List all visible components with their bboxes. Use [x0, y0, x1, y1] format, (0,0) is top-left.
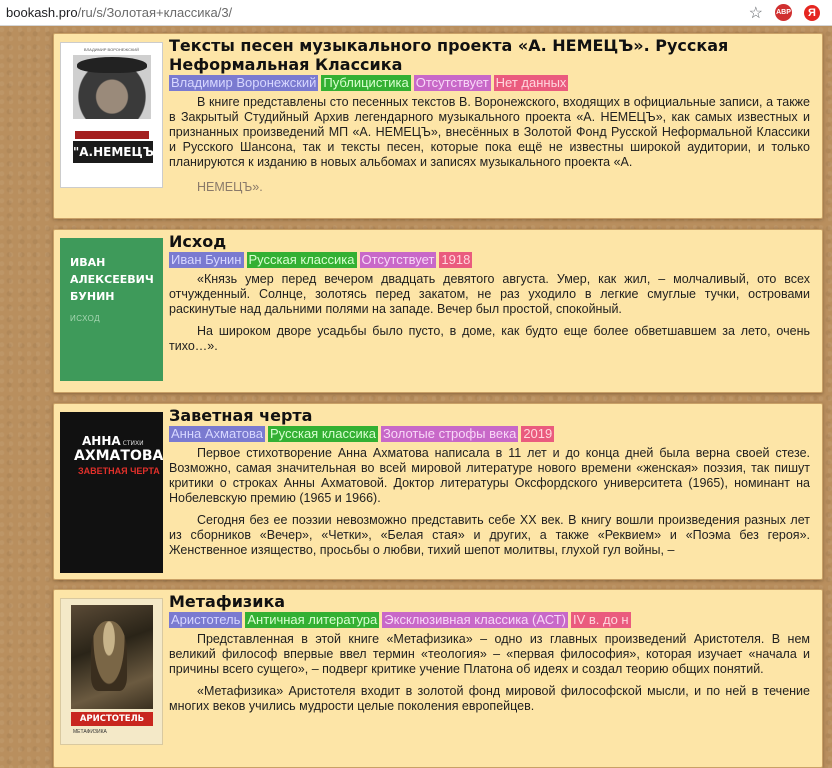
book-cover[interactable]: АННА СТИХИ АХМАТОВА ЗАВЕТНАЯ ЧЕРТА [60, 412, 163, 573]
cover-figure [91, 621, 127, 691]
book-description: Представленная в этой книге «Метафизика»… [169, 632, 810, 714]
book-card: ВЛАДИМИР ВОРОНЕЖСКИЙ "А.НЕМЕЦЪ" Тексты п… [53, 33, 823, 219]
cover-author-first: АННА СТИХИ [82, 434, 144, 448]
book-content: Исход Иван Бунин Русская классика Отсутс… [169, 232, 810, 361]
book-description: В книге представлены сто песенных тексто… [169, 95, 810, 195]
tag-list: Иван Бунин Русская классика Отсутствует … [169, 252, 810, 268]
tag-genre[interactable]: Античная литература [245, 612, 380, 628]
book-title[interactable]: Исход [169, 232, 810, 251]
star-icon[interactable]: ☆ [749, 3, 763, 23]
book-description: Первое стихотворение Анна Ахматова напис… [169, 446, 810, 579]
book-title[interactable]: Заветная черта [169, 406, 810, 425]
tag-series[interactable]: Отсутствует [359, 252, 437, 268]
tag-year[interactable]: Нет данных [493, 75, 569, 91]
tag-genre[interactable]: Русская классика [246, 252, 357, 268]
cover-small-text: СТИХИ [122, 440, 144, 447]
cover-logo: "А.НЕМЕЦЪ" [73, 141, 160, 163]
description-paragraph: Сегодня без ее поэзии невозможно предста… [169, 513, 810, 557]
cover-author: АРИСТОТЕЛЬ [71, 712, 153, 726]
book-cover[interactable]: ВЛАДИМИР ВОРОНЕЖСКИЙ "А.НЕМЕЦЪ" [60, 42, 163, 188]
description-paragraph: В книге представлены сто песенных тексто… [169, 95, 810, 169]
tag-author[interactable]: Иван Бунин [169, 252, 244, 268]
cover-title: ЗАВЕТНАЯ ЧЕРТА [78, 466, 160, 476]
cover-title: ИСХОД [70, 314, 101, 323]
book-content: Тексты песен музыкального проекта «А. НЕ… [169, 36, 810, 202]
yandex-icon[interactable]: Я [804, 4, 820, 21]
cover-author-line: ИВАН [70, 256, 106, 269]
tag-list: Аристотель Античная литература Эксклюзив… [169, 612, 810, 628]
cover-author-first-text: АННА [82, 434, 121, 448]
address-bar[interactable]: bookash.pro/ru/s/Золотая+классика/3/ ☆ A… [0, 0, 832, 26]
cover-title: МЕТАФИЗИКА [73, 729, 107, 735]
tag-list: Анна Ахматова Русская классика Золотые с… [169, 426, 810, 442]
description-paragraph: На широком дворе усадьбы было пусто, в д… [169, 324, 810, 353]
tag-series[interactable]: Отсутствует [413, 75, 491, 91]
book-card: АРИСТОТЕЛЬ МЕТАФИЗИКА Метафизика Аристот… [53, 589, 823, 768]
book-cover[interactable]: АРИСТОТЕЛЬ МЕТАФИЗИКА [60, 598, 163, 745]
adblock-icon[interactable]: ABP [775, 4, 792, 21]
cover-band [75, 131, 149, 139]
tag-genre[interactable]: Русская классика [267, 426, 378, 442]
cover-hat [77, 57, 147, 73]
cover-author-last: АХМАТОВА [74, 448, 163, 464]
tag-list: Владимир Воронежский Публицистика Отсутс… [169, 75, 810, 91]
tag-author[interactable]: Аристотель [169, 612, 243, 628]
url-field[interactable]: bookash.pro/ru/s/Золотая+классика/3/ [6, 5, 749, 20]
tag-author[interactable]: Анна Ахматова [169, 426, 265, 442]
tag-year[interactable]: IV в. до н [570, 612, 631, 628]
book-card: ИВАН АЛЕКСЕЕВИЧ БУНИН ИСХОД Исход Иван Б… [53, 229, 823, 393]
description-paragraph: Первое стихотворение Анна Ахматова напис… [169, 446, 810, 505]
book-content: Метафизика Аристотель Античная литератур… [169, 592, 810, 721]
book-description: «Князь умер перед вечером двадцать девят… [169, 272, 810, 354]
book-title[interactable]: Метафизика [169, 592, 810, 611]
url-path: /ru/s/Золотая+классика/3/ [77, 5, 233, 20]
book-card: АННА СТИХИ АХМАТОВА ЗАВЕТНАЯ ЧЕРТА Заветн… [53, 403, 823, 580]
url-host: bookash.pro [6, 5, 78, 20]
cover-author-line: АЛЕКСЕЕВИЧ [70, 273, 154, 286]
book-cover[interactable]: ИВАН АЛЕКСЕЕВИЧ БУНИН ИСХОД [60, 238, 163, 381]
description-paragraph: НЕМЕЦЪ». [197, 180, 263, 194]
description-paragraph: «Князь умер перед вечером двадцать девят… [169, 272, 810, 316]
tag-series[interactable]: Эксклюзивная классика (АСТ) [382, 612, 568, 628]
cover-author: ИВАН АЛЕКСЕЕВИЧ БУНИН [70, 254, 160, 305]
book-title[interactable]: Тексты песен музыкального проекта «А. НЕ… [169, 36, 810, 74]
tag-year[interactable]: 1918 [439, 252, 473, 268]
tag-year[interactable]: 2019 [521, 426, 555, 442]
description-paragraph: «Метафизика» Аристотеля входит в золотой… [169, 684, 810, 713]
tag-genre[interactable]: Публицистика [321, 75, 411, 91]
cover-publisher-line: ВЛАДИМИР ВОРОНЕЖСКИЙ [83, 47, 140, 52]
description-paragraph: Представленная в этой книге «Метафизика»… [169, 632, 810, 676]
tag-series[interactable]: Золотые строфы века [380, 426, 519, 442]
book-content: Заветная черта Анна Ахматова Русская кла… [169, 406, 810, 579]
cover-author-line: БУНИН [70, 290, 115, 303]
tag-author[interactable]: Владимир Воронежский [169, 75, 319, 91]
